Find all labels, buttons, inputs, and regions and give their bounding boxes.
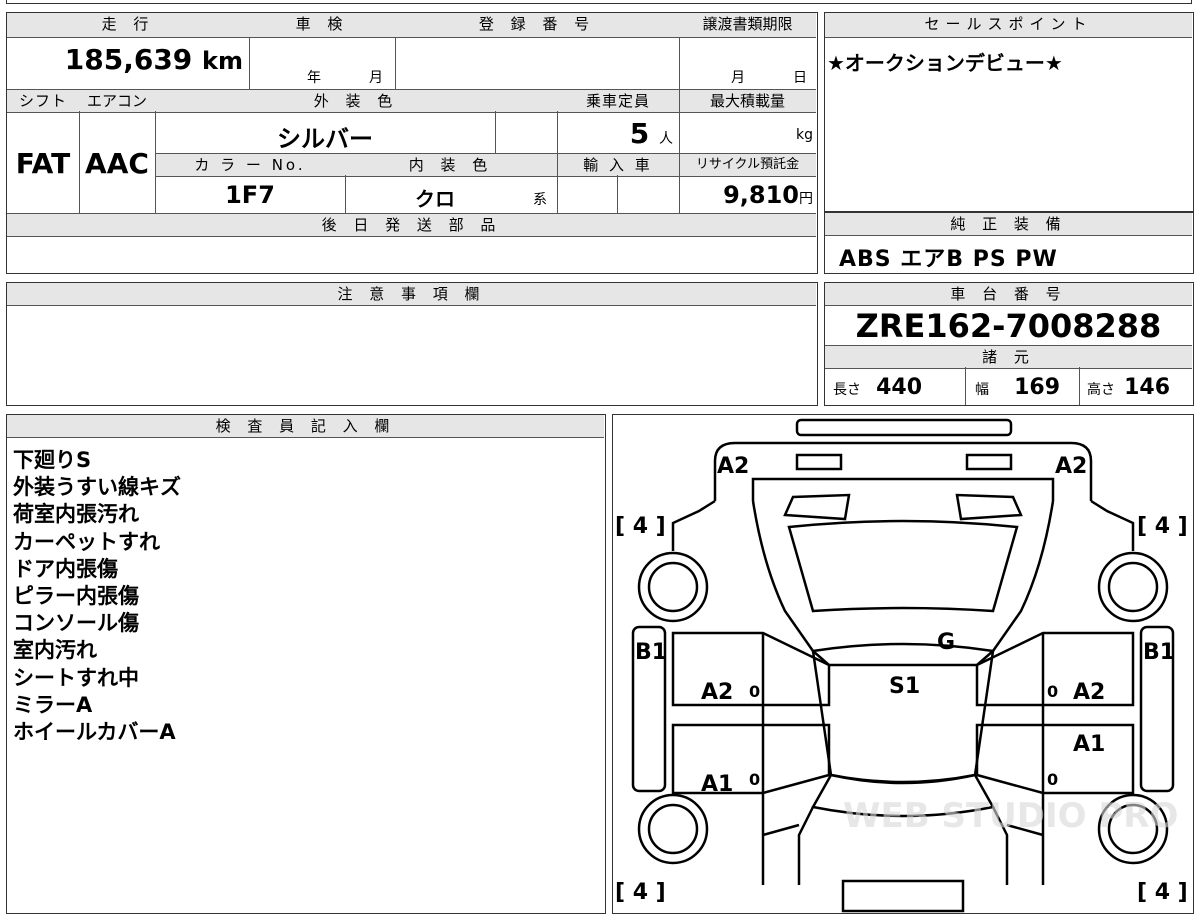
note-item: 外装うすい線キズ [13,475,181,500]
zero-mark: 0 [1047,682,1058,701]
transfer-header: 譲渡書類期限 [679,13,816,38]
interior-suffix: 系 [533,192,547,208]
zero-mark: 0 [1047,770,1058,789]
shift-header: シフト [7,89,79,113]
registration-header: 登 録 番 号 [395,13,679,38]
chassis-header: 車 台 番 号 [825,283,1192,306]
inspection-year: 年 [307,70,321,86]
note-item: 荷室内張汚れ [13,502,139,527]
import-header: 輸 入 車 [557,153,679,177]
length-spec: 長さ 440 [833,375,923,400]
note-item: コンソール傷 [13,611,139,636]
chassis-box: 車 台 番 号 ZRE162-7008288 諸 元 長さ 440 幅 169 … [824,282,1194,406]
equipment-text: ABS エアB PS PW [839,247,1058,272]
later-parts-header: 後 日 発 送 部 品 [7,213,816,237]
note-item: 室内汚れ [13,638,97,663]
mileage-value: 185,639 km [64,43,243,76]
color-no-header: カ ラ ー No. [155,153,345,177]
ac-value: AAC [85,147,149,180]
tire-mark-rear-right: [ 4 ] [1137,514,1188,539]
zero-mark: 0 [749,770,760,789]
note-item: ドア内張傷 [13,556,118,581]
transfer-day: 日 [793,70,807,86]
specs-header: 諸 元 [825,345,1192,369]
exterior-color-header: 外 装 色 [155,89,557,113]
recycle-header: リサイクル預託金 [679,153,816,177]
exterior-color-value: シルバー [277,125,373,153]
zero-mark: 0 [749,682,760,701]
caution-header: 注 意 事 項 欄 [7,283,816,306]
color-no-value: 1F7 [225,181,275,209]
tire-mark-rear-left: [ 4 ] [615,514,666,539]
mark-roof: S1 [889,674,920,699]
note-item: ホイールカバーA [13,720,176,745]
mark-rear-right: A2 [1055,454,1087,479]
sales-point-text: ★オークションデビュー★ [827,51,1063,75]
car-diagram: [ 4 ] [ 4 ] [ 4 ] [ 4 ] A2 A2 B1 B1 G S1… [615,418,1188,913]
note-item: ミラーA [13,692,93,717]
tire-mark-front-left: [ 4 ] [615,880,666,905]
inspector-header: 検 査 員 記 入 欄 [7,415,604,438]
vehicle-info-table: 走 行 車 検 登 録 番 号 譲渡書類期限 185,639 km 年 月 月 … [6,12,818,274]
mark-left-front-door: A1 [701,772,733,797]
note-item: ピラー内張傷 [13,584,139,609]
mark-left-rear-door: A2 [701,680,733,705]
inspection-header: 車 検 [249,13,395,38]
sales-point-header: セールスポイント [825,13,1192,38]
mark-left-pillar: B1 [635,640,667,665]
sales-point-box: セールスポイント ★オークションデビュー★ [824,12,1194,212]
inspector-notes: 下廻りS 外装うすい線キズ 荷室内張汚れ カーペットすれ ドア内張傷 ピラー内張… [13,447,181,746]
mark-rear-left: A2 [717,454,749,479]
mark-right-pillar: B1 [1143,640,1175,665]
transfer-month: 月 [731,70,745,86]
mileage-header: 走 行 [7,13,249,38]
max-load-header: 最大積載量 [679,89,816,113]
top-strip [6,0,1192,4]
mark-right-rear-door: A2 [1073,680,1105,705]
tire-mark-front-right: [ 4 ] [1137,880,1188,905]
capacity-header: 乗車定員 [557,89,679,113]
interior-color-value: クロ [415,187,455,211]
watermark: WEB STUDIO PRO [843,796,1178,836]
inspector-box: 検 査 員 記 入 欄 下廻りS 外装うすい線キズ 荷室内張汚れ カーペットすれ… [6,414,606,914]
capacity-value: 5 人 [629,117,673,150]
note-item: 下廻りS [13,448,92,472]
equipment-box: 純 正 装 備 ABS エアB PS PW [824,212,1194,274]
shift-value: FAT [15,147,71,180]
caution-box: 注 意 事 項 欄 [6,282,818,406]
note-item: カーペットすれ [13,529,160,554]
max-load-unit: kg [796,127,813,143]
note-item: シートすれ中 [13,665,139,690]
chassis-number: ZRE162-7008288 [855,307,1162,345]
interior-color-header: 内 装 色 [345,153,557,177]
width-spec: 幅 169 [975,375,1061,400]
equipment-header: 純 正 装 備 [825,213,1192,236]
height-spec: 高さ 146 [1087,375,1171,400]
recycle-fee-value: 9,810円 [723,181,813,209]
ac-header: エアコン [79,89,155,113]
car-diagram-box: [ 4 ] [ 4 ] [ 4 ] [ 4 ] A2 A2 B1 B1 G S1… [612,414,1194,914]
inspection-month: 月 [369,70,383,86]
mark-right-front-door: A1 [1073,732,1105,757]
mark-glass: G [937,630,955,655]
